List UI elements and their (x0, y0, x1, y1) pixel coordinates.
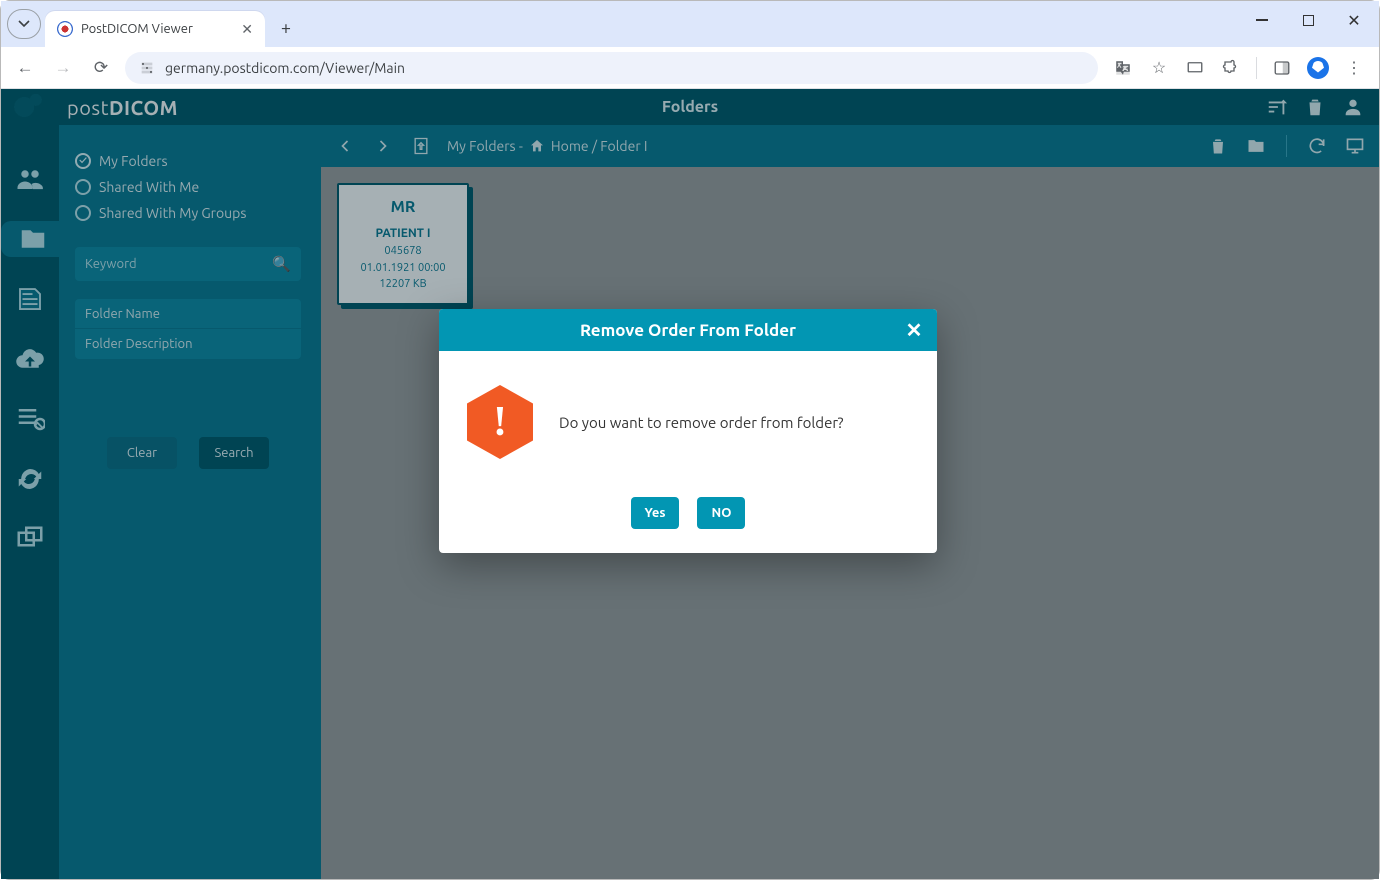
translate-icon[interactable] (1108, 53, 1138, 83)
url-text: germany.postdicom.com/Viewer/Main (165, 60, 405, 76)
cast-icon[interactable] (1180, 53, 1210, 83)
window-maximize-button[interactable] (1285, 3, 1331, 37)
remove-order-modal: Remove Order From Folder ✕ ! Do you want… (439, 309, 937, 553)
browser-menu-button[interactable]: ⋮ (1339, 53, 1369, 83)
nav-back-button[interactable]: ← (11, 54, 39, 82)
extensions-icon[interactable] (1216, 53, 1246, 83)
nav-reload-button[interactable]: ⟳ (87, 54, 115, 82)
new-tab-button[interactable]: + (271, 13, 301, 43)
profile-avatar[interactable] (1303, 53, 1333, 83)
site-settings-icon[interactable] (139, 60, 155, 76)
modal-title: Remove Order From Folder (580, 321, 796, 340)
tab-close-button[interactable]: ✕ (241, 21, 253, 38)
tab-switcher-button[interactable] (7, 9, 41, 39)
window-close-button[interactable]: ✕ (1331, 3, 1377, 37)
browser-tabstrip: PostDICOM Viewer ✕ + ✕ (1, 1, 1379, 47)
modal-close-button[interactable]: ✕ (901, 317, 927, 343)
warning-icon: ! (467, 385, 533, 459)
modal-message: Do you want to remove order from folder? (559, 414, 843, 431)
nav-forward-button[interactable]: → (49, 54, 77, 82)
sidepanel-icon[interactable] (1267, 53, 1297, 83)
window-minimize-button[interactable] (1239, 3, 1285, 37)
modal-no-button[interactable]: NO (697, 497, 745, 529)
favicon-icon (57, 21, 73, 37)
browser-tab[interactable]: PostDICOM Viewer ✕ (45, 11, 265, 47)
modal-header: Remove Order From Folder ✕ (439, 309, 937, 351)
modal-yes-button[interactable]: Yes (631, 497, 680, 529)
bookmark-icon[interactable]: ☆ (1144, 53, 1174, 83)
tab-title: PostDICOM Viewer (81, 22, 233, 36)
toolbar-separator (1256, 57, 1257, 79)
address-bar[interactable]: germany.postdicom.com/Viewer/Main (125, 52, 1098, 84)
browser-toolbar: ← → ⟳ germany.postdicom.com/Viewer/Main … (1, 47, 1379, 89)
